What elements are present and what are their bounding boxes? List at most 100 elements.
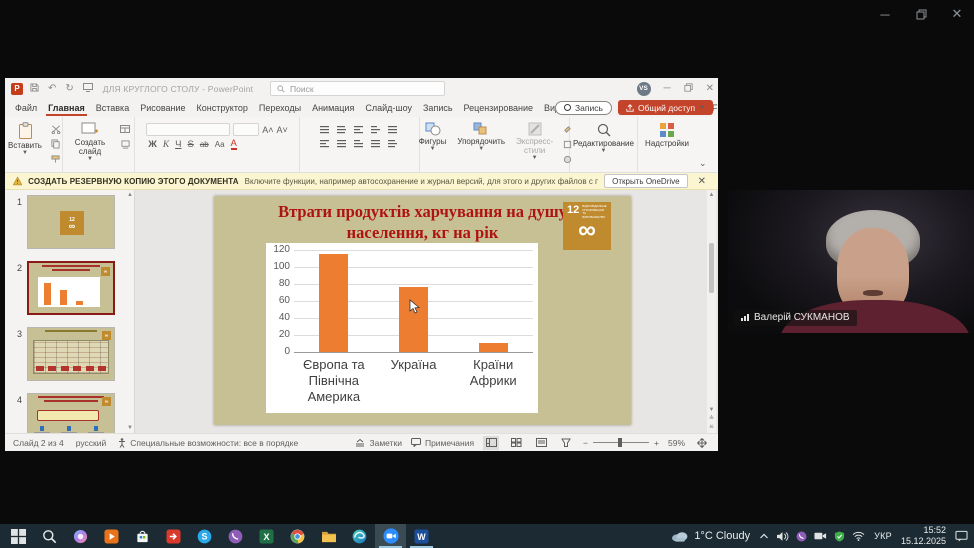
justify-icon[interactable] <box>369 137 384 150</box>
tab-анимация[interactable]: Анимация <box>310 101 356 116</box>
font-color-button[interactable]: A <box>231 139 237 150</box>
slide-thumbnail-4[interactable]: ∞ <box>27 393 115 433</box>
numbering-icon[interactable] <box>335 123 350 136</box>
format-painter-icon[interactable] <box>49 153 63 165</box>
scroll-up-icon[interactable]: ▲ <box>709 192 715 198</box>
accessibility-status[interactable]: Специальные возможности: все в порядке <box>118 438 298 448</box>
camera-tray-icon[interactable] <box>814 531 827 541</box>
tab-рецензирование[interactable]: Рецензирование <box>462 101 536 116</box>
taskbar-clock[interactable]: 15:52 15.12.2025 <box>901 525 946 548</box>
redo-icon[interactable]: ↻ <box>65 83 73 95</box>
grow-font-icon[interactable]: A˄ <box>262 123 273 136</box>
shapes-button[interactable]: Фигуры▼ <box>415 120 451 153</box>
zoom-slider[interactable]: − + <box>583 438 659 448</box>
bullets-icon[interactable] <box>318 123 333 136</box>
ppt-minimize-icon[interactable]: ─ <box>664 83 671 94</box>
tab-файл[interactable]: Файл <box>13 101 39 116</box>
arrange-button[interactable]: Упорядочить▼ <box>453 120 509 153</box>
align-center-icon[interactable] <box>335 137 350 150</box>
language-switcher[interactable]: УКР <box>874 531 892 541</box>
tab-слайд-шоу[interactable]: Слайд-шоу <box>363 101 414 116</box>
indent-decrease-icon[interactable] <box>352 123 367 136</box>
zoom-in-icon[interactable]: + <box>654 438 659 448</box>
slide-thumbnail-1[interactable]: 12∞ <box>27 195 115 249</box>
quick-styles-button[interactable]: Экспресс-стили▼ <box>512 120 557 162</box>
notification-close-icon[interactable]: ✕ <box>694 176 710 187</box>
shrink-font-icon[interactable]: A˅ <box>277 123 288 136</box>
scrollbar-thumb[interactable] <box>709 243 714 293</box>
ppt-close-icon[interactable]: ✕ <box>706 83 714 94</box>
notes-button[interactable]: Заметки <box>355 438 402 448</box>
comments-button[interactable]: Примечания <box>411 438 474 448</box>
line-spacing-icon[interactable] <box>386 123 401 136</box>
addins-button[interactable]: Надстройки <box>641 120 693 150</box>
close-icon[interactable]: ✕ <box>948 6 966 22</box>
action-center-icon[interactable] <box>955 530 968 542</box>
minimize-icon[interactable]: ─ <box>876 6 894 22</box>
copilot-icon[interactable] <box>65 524 96 548</box>
bar-chart[interactable]: 120100806040200Європа та Північна Америк… <box>266 243 538 413</box>
start-icon[interactable] <box>3 524 34 548</box>
skype-icon[interactable]: S <box>189 524 220 548</box>
zoom-out-icon[interactable]: − <box>583 438 588 448</box>
restore-icon[interactable] <box>912 6 930 22</box>
weather-widget[interactable]: 1°C Cloudy <box>671 530 750 542</box>
slide-thumbnail-3[interactable]: ∞ <box>27 327 115 381</box>
cut-icon[interactable] <box>49 123 63 135</box>
red-arrow-app-icon[interactable] <box>158 524 189 548</box>
layout-icon[interactable] <box>118 123 132 135</box>
underline-button[interactable]: Ч <box>175 139 181 150</box>
slide-thumbnail-2[interactable]: ∞ <box>27 261 115 315</box>
reset-icon[interactable] <box>118 138 132 150</box>
slide-counter[interactable]: Слайд 2 из 4 <box>13 438 64 448</box>
viber-icon[interactable] <box>220 524 251 548</box>
bar-1[interactable] <box>319 254 348 352</box>
slide-sorter-view-button[interactable] <box>508 436 524 450</box>
record-button[interactable]: Запись <box>555 101 612 115</box>
file-explorer-icon[interactable] <box>313 524 344 548</box>
tab-главная[interactable]: Главная <box>46 101 87 116</box>
strikethrough-button[interactable]: S <box>187 139 193 150</box>
webcam-video[interactable]: Валерій СУКМАНОВ <box>728 190 974 333</box>
chrome-icon[interactable] <box>282 524 313 548</box>
align-left-icon[interactable] <box>318 137 333 150</box>
tab-вставка[interactable]: Вставка <box>94 101 131 116</box>
bar-2[interactable] <box>399 287 428 352</box>
text-direction-icon[interactable] <box>386 137 401 150</box>
indent-increase-icon[interactable] <box>369 123 384 136</box>
copy-icon[interactable] <box>49 138 63 150</box>
editing-button[interactable]: Редактирование▼ <box>569 120 638 155</box>
search-box[interactable]: Поиск <box>270 81 445 96</box>
open-onedrive-button[interactable]: Открыть OneDrive <box>604 174 687 188</box>
zoom-thumb[interactable] <box>618 438 622 447</box>
fit-slide-button[interactable] <box>694 436 710 450</box>
vertical-scrollbar[interactable]: ▲ ▼ ≜ ≝ <box>707 190 716 433</box>
reading-view-button[interactable] <box>533 436 549 450</box>
media-player-icon[interactable] <box>96 524 127 548</box>
thumbnail-scrollbar[interactable]: ▲▼ <box>126 190 134 433</box>
scroll-down-icon[interactable]: ▼ <box>709 407 715 413</box>
bold-button[interactable]: Ж <box>148 139 157 150</box>
normal-view-button[interactable] <box>483 436 499 450</box>
volume-icon[interactable] <box>776 531 789 542</box>
slide-canvas[interactable]: Втрати продуктів харчування на душу насе… <box>214 196 631 425</box>
new-slide-button[interactable]: Создать слайд▼ <box>65 120 115 163</box>
paste-button[interactable]: Вставить▼ <box>4 120 46 157</box>
user-avatar[interactable]: VS <box>637 82 651 96</box>
char-spacing-button[interactable]: ab <box>200 140 209 149</box>
wifi-icon[interactable] <box>852 531 865 541</box>
edge-icon[interactable] <box>344 524 375 548</box>
change-case-button[interactable]: Aa <box>215 140 225 149</box>
slideshow-view-button[interactable] <box>558 436 574 450</box>
language-indicator[interactable]: русский <box>76 438 107 448</box>
italic-button[interactable]: К <box>163 140 169 150</box>
store-icon[interactable] <box>127 524 158 548</box>
word-icon[interactable]: W <box>406 524 437 548</box>
next-slide-icon[interactable]: ≝ <box>709 424 714 431</box>
tab-конструктор[interactable]: Конструктор <box>195 101 250 116</box>
viber-tray-icon[interactable] <box>796 531 807 542</box>
tray-expand-icon[interactable] <box>759 532 769 540</box>
previous-slide-icon[interactable]: ≜ <box>709 415 714 422</box>
tab-рисование[interactable]: Рисование <box>138 101 187 116</box>
antivirus-tray-icon[interactable] <box>834 531 845 542</box>
